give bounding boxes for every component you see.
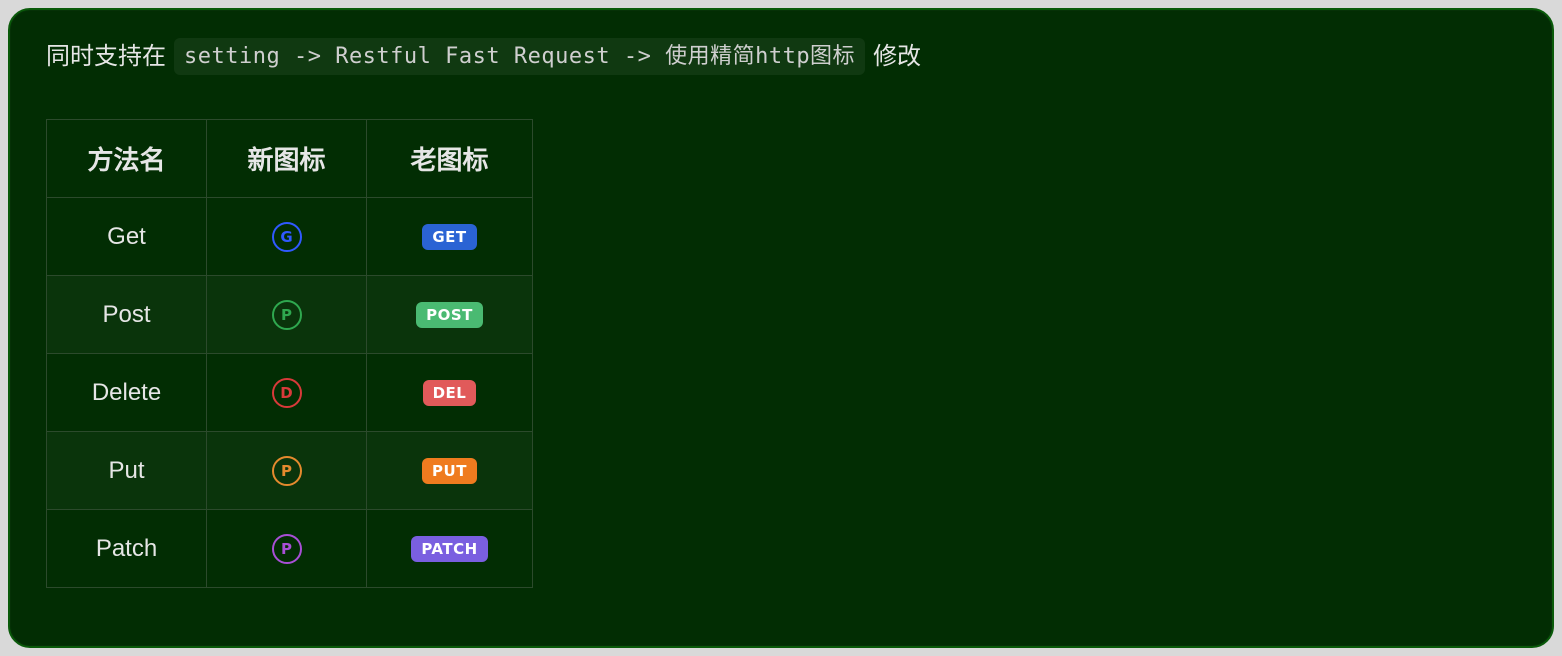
col-new-icon: 新图标 — [207, 120, 367, 198]
description-suffix: 修改 — [873, 39, 921, 75]
old-icon-cell: PUT — [367, 432, 533, 510]
table-row: Patch P PATCH — [47, 510, 533, 588]
method-circle-icon: P — [272, 456, 302, 486]
method-name-cell: Get — [47, 198, 207, 276]
method-circle-icon: P — [272, 300, 302, 330]
new-icon-cell: P — [207, 432, 367, 510]
table-row: Delete D DEL — [47, 354, 533, 432]
method-badge-icon: GET — [422, 224, 476, 250]
new-icon-cell: D — [207, 354, 367, 432]
method-circle-icon: G — [272, 222, 302, 252]
method-badge-icon: DEL — [423, 380, 477, 406]
table-row: Get G GET — [47, 198, 533, 276]
method-name-cell: Post — [47, 276, 207, 354]
old-icon-cell: DEL — [367, 354, 533, 432]
table-header-row: 方法名 新图标 老图标 — [47, 120, 533, 198]
method-badge-icon: POST — [416, 302, 483, 328]
method-name-cell: Patch — [47, 510, 207, 588]
description-line: 同时支持在 setting -> Restful Fast Request ->… — [46, 38, 1516, 75]
http-icon-table: 方法名 新图标 老图标 Get G GET Post P POST Delete D DEL Pu… — [46, 119, 533, 588]
old-icon-cell: GET — [367, 198, 533, 276]
method-circle-icon: P — [272, 534, 302, 564]
method-badge-icon: PATCH — [411, 536, 487, 562]
old-icon-cell: POST — [367, 276, 533, 354]
method-circle-icon: D — [272, 378, 302, 408]
old-icon-cell: PATCH — [367, 510, 533, 588]
table-row: Post P POST — [47, 276, 533, 354]
method-name-cell: Delete — [47, 354, 207, 432]
new-icon-cell: G — [207, 198, 367, 276]
description-prefix: 同时支持在 — [46, 39, 166, 75]
col-method-name: 方法名 — [47, 120, 207, 198]
method-badge-icon: PUT — [422, 458, 477, 484]
new-icon-cell: P — [207, 510, 367, 588]
table-row: Put P PUT — [47, 432, 533, 510]
method-name-cell: Put — [47, 432, 207, 510]
col-old-icon: 老图标 — [367, 120, 533, 198]
info-panel: 同时支持在 setting -> Restful Fast Request ->… — [8, 8, 1554, 648]
new-icon-cell: P — [207, 276, 367, 354]
setting-path-code: setting -> Restful Fast Request -> 使用精简h… — [174, 38, 865, 75]
